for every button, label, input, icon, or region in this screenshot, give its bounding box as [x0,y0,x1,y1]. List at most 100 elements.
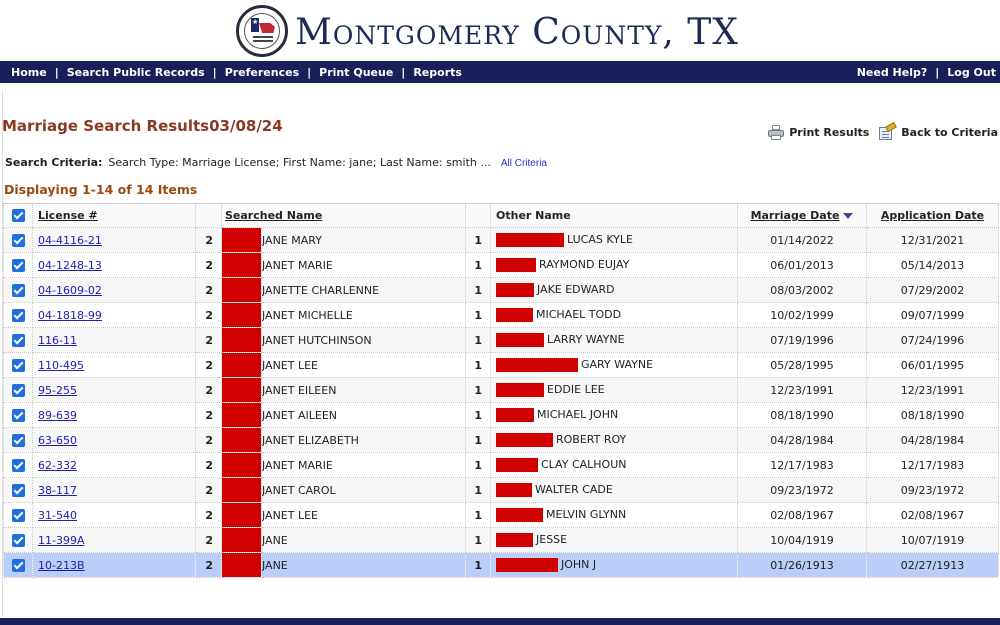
license-link[interactable]: 10-213B [34,559,85,572]
application-date: 10/07/1919 [866,527,999,553]
all-criteria-link[interactable]: All Criteria [501,158,547,169]
sort-descending-icon[interactable] [843,213,854,219]
redacted-searched-surname [221,477,262,503]
other-name-cell: JOHN J [490,552,738,578]
other-count: 1 [465,477,491,503]
license-link[interactable]: 116-11 [34,334,77,347]
redacted-searched-surname [221,452,262,478]
marriage-date: 02/08/1967 [737,502,867,528]
table-row[interactable]: 116-11 2 JANET HUTCHINSON 1 LARRY WAYNE 07/19… [3,327,999,353]
redacted-searched-surname [221,402,262,428]
license-cell: 04-1248-13 [32,252,196,278]
row-checkbox[interactable] [12,383,25,397]
other-name-cell: JAKE EDWARD [490,277,738,303]
column-searched-name-label[interactable]: Searched Name [225,209,322,222]
other-name-cell: MELVIN GLYNN [490,502,738,528]
other-count: 1 [465,352,491,378]
license-link[interactable]: 11-399A [34,534,85,547]
column-license[interactable]: License # [32,203,196,228]
redacted-other-surname [496,283,534,297]
row-checkbox[interactable] [12,308,25,322]
back-to-criteria-button[interactable]: Back to Criteria [879,121,998,140]
nav-separator: | [212,65,217,79]
nav-need-help[interactable]: Need Help? [857,66,928,79]
license-link[interactable]: 62-332 [34,459,77,472]
license-link[interactable]: 04-4116-21 [34,234,102,247]
row-checkbox[interactable] [12,233,25,247]
searched-name: JANET LEE [261,352,466,378]
application-date: 07/29/2002 [866,277,999,303]
other-name-cell: CLAY CALHOUN [490,452,738,478]
row-checkbox[interactable] [12,333,25,347]
license-link[interactable]: 04-1818-99 [34,309,102,322]
table-row[interactable]: 89-639 2 JANET AILEEN 1 MICHAEL JOHN 08/18/19… [3,402,999,428]
row-checkbox[interactable] [12,533,25,547]
license-link[interactable]: 04-1248-13 [34,259,102,272]
search-criteria-label: Search Criteria: [5,156,103,169]
table-row[interactable]: 10-213B 2 JANE 1 JOHN J 01/26/1913 02/27/1913 [3,552,999,578]
nav-separator: | [401,65,406,79]
other-count: 1 [465,227,491,253]
print-results-button[interactable]: Print Results [768,124,869,140]
other-count: 1 [465,527,491,553]
row-checkbox[interactable] [12,283,25,297]
column-marriage-date-label[interactable]: Marriage Date [751,209,840,222]
other-name: LARRY WAYNE [547,333,625,346]
back-to-criteria-label: Back to Criteria [901,125,998,139]
table-row[interactable]: 63-650 2 JANET ELIZABETH 1 ROBERT ROY 04/28/1… [3,427,999,453]
row-checkbox[interactable] [12,408,25,422]
marriage-date: 12/17/1983 [737,452,867,478]
searched-name: JANET MICHELLE [261,302,466,328]
table-row[interactable]: 31-540 2 JANET LEE 1 MELVIN GLYNN 02/08/1967 0… [3,502,999,528]
nav-preferences[interactable]: Preferences [225,66,299,79]
row-checkbox[interactable] [12,508,25,522]
county-seal-logo[interactable]: ★ [236,5,288,57]
table-row[interactable]: 04-4116-21 2 JANE MARY 1 LUCAS KYLE 01/14/202… [3,227,999,253]
table-row[interactable]: 62-332 2 JANET MARIE 1 CLAY CALHOUN 12/17/198… [3,452,999,478]
site-title[interactable]: Montgomery County, TX [295,10,739,56]
license-link[interactable]: 89-639 [34,409,77,422]
select-all-checkbox[interactable] [12,209,25,223]
nav-print-queue[interactable]: Print Queue [319,66,393,79]
footer-bar [0,618,1000,625]
row-checkbox[interactable] [12,433,25,447]
column-marriage-date[interactable]: Marriage Date [737,203,867,228]
nav-reports[interactable]: Reports [413,66,462,79]
license-link[interactable]: 63-650 [34,434,77,447]
license-cell: 31-540 [32,502,196,528]
table-row[interactable]: 95-255 2 JANET EILEEN 1 EDDIE LEE 12/23/1991 1… [3,377,999,403]
other-count: 1 [465,377,491,403]
other-count: 1 [465,277,491,303]
column-license-label[interactable]: License # [38,209,98,222]
row-checkbox[interactable] [12,258,25,272]
searched-name: JANET AILEEN [261,402,466,428]
searched-name: JANET LEE [261,502,466,528]
license-link[interactable]: 04-1609-02 [34,284,102,297]
table-row[interactable]: 04-1248-13 2 JANET MARIE 1 RAYMOND EUJAY 06/0… [3,252,999,278]
other-count: 1 [465,427,491,453]
license-link[interactable]: 95-255 [34,384,77,397]
license-link[interactable]: 38-117 [34,484,77,497]
row-checkbox[interactable] [12,558,25,572]
other-name-cell: EDDIE LEE [490,377,738,403]
table-row[interactable]: 11-399A 2 JANE 1 JESSE 10/04/1919 10/07/1919 [3,527,999,553]
table-row[interactable]: 04-1818-99 2 JANET MICHELLE 1 MICHAEL TODD 10… [3,302,999,328]
searched-name: JANET ELIZABETH [261,427,466,453]
row-checkbox[interactable] [12,358,25,372]
nav-search-public-records[interactable]: Search Public Records [67,66,205,79]
row-checkbox[interactable] [12,458,25,472]
row-select-cell [3,552,33,578]
table-row[interactable]: 04-1609-02 2 JANETTE CHARLENNE 1 JAKE EDWARD… [3,277,999,303]
column-application-date[interactable]: Application Date [866,203,999,228]
license-link[interactable]: 31-540 [34,509,77,522]
nav-home[interactable]: Home [11,66,47,79]
license-link[interactable]: 110-495 [34,359,84,372]
column-searched-name[interactable]: Searched Name [221,203,466,228]
row-checkbox[interactable] [12,483,25,497]
other-name-cell: LARRY WAYNE [490,327,738,353]
nav-log-out[interactable]: Log Out [947,66,996,79]
table-row[interactable]: 110-495 2 JANET LEE 1 GARY WAYNE 05/28/1995 06… [3,352,999,378]
table-row[interactable]: 38-117 2 JANET CAROL 1 WALTER CADE 09/23/1972… [3,477,999,503]
column-count1 [195,203,222,228]
column-application-date-label[interactable]: Application Date [881,209,984,222]
